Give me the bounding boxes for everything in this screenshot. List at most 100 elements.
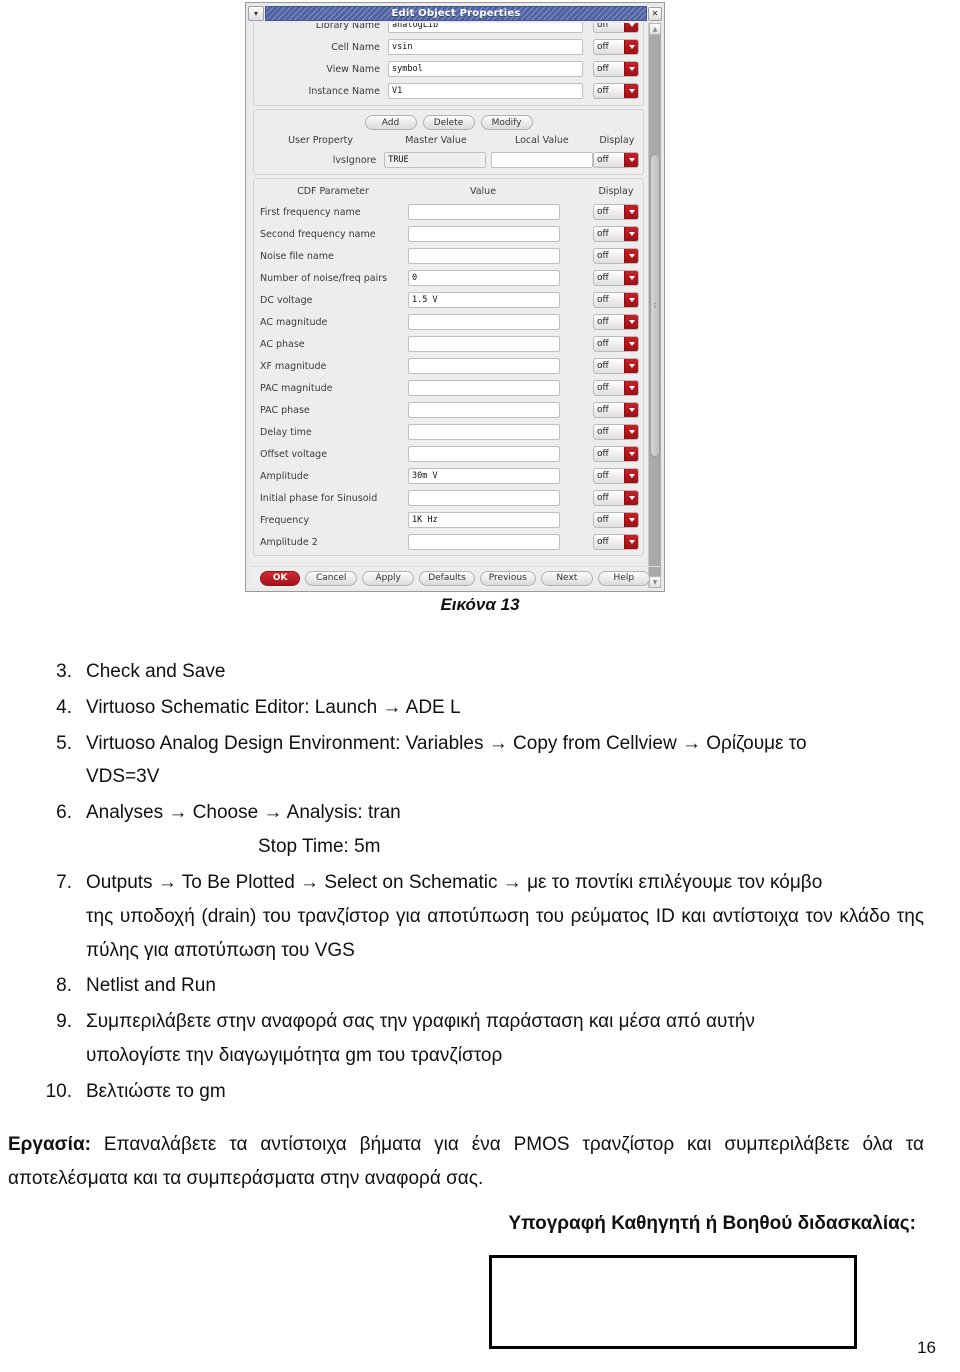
lvsignore-local-value[interactable] — [491, 152, 594, 168]
cdf-parameter-value-field[interactable] — [408, 248, 560, 264]
apply-button[interactable]: Apply — [362, 570, 415, 586]
dropdown-value: off — [597, 295, 609, 305]
cdf-display-dropdown[interactable]: off — [593, 512, 639, 528]
scroll-up-button[interactable]: ▲ — [649, 23, 661, 35]
cdf-display-dropdown[interactable]: off — [593, 226, 639, 242]
scrollbar-track[interactable] — [649, 35, 661, 576]
cdf-parameter-label: Initial phase for Sinusoid — [260, 492, 378, 504]
chevron-down-icon: ▾ — [253, 8, 258, 18]
cdf-display-dropdown[interactable]: off — [593, 204, 639, 220]
window-close-button[interactable]: ✕ — [648, 6, 662, 21]
cdf-display-dropdown[interactable]: off — [593, 534, 639, 550]
cdf-parameter-value-field[interactable] — [408, 314, 560, 330]
dropdown-arrow-icon — [624, 469, 638, 483]
dropdown-value: off — [597, 537, 609, 547]
dialog-vertical-scrollbar[interactable]: ▲ ▼ — [648, 23, 661, 588]
cdf-display-dropdown[interactable]: off — [593, 358, 639, 374]
cdf-parameter-label: Amplitude — [260, 470, 309, 482]
step-number: 7. — [56, 871, 72, 893]
display-header: Display — [599, 135, 635, 146]
cdf-display-dropdown[interactable]: off — [593, 248, 639, 264]
cell-name-display-dropdown[interactable]: off — [593, 39, 639, 55]
instruction-step: 7. Outputs → To Be Plotted → Select on Sc… — [36, 866, 924, 967]
dropdown-arrow-icon — [624, 315, 638, 329]
cdf-parameter-value-field[interactable] — [408, 358, 560, 374]
view-name-display-dropdown[interactable]: off — [593, 61, 639, 77]
cdf-parameter-value-field[interactable] — [408, 380, 560, 396]
delete-button[interactable]: Delete — [422, 115, 475, 130]
cdf-parameter-row: DC voltage 1.5 V off — [258, 289, 639, 311]
cdf-parameter-value-field[interactable]: 1.5 V — [408, 292, 560, 308]
instance-name-field[interactable]: V1 — [388, 83, 583, 99]
cdf-parameter-value-field[interactable]: 1K Hz — [408, 512, 560, 528]
cdf-parameter-value-field[interactable] — [408, 204, 560, 220]
step-text: Netlist and Run — [86, 975, 216, 997]
cdf-parameter-label: Number of noise/freq pairs — [260, 272, 388, 284]
dropdown-value: off — [597, 449, 609, 459]
instruction-step: 3. Check and Save — [36, 655, 924, 689]
figure-caption: Εικόνα 13 — [440, 595, 520, 614]
cell-name-label: Cell Name — [331, 41, 380, 53]
cdf-display-dropdown[interactable]: off — [593, 380, 639, 396]
cdf-display-dropdown[interactable]: off — [593, 446, 639, 462]
titlebar-hatch: Edit Object Properties — [265, 6, 647, 21]
dropdown-arrow-icon — [624, 447, 638, 461]
cdf-parameter-label: Delay time — [260, 426, 312, 438]
dropdown-value: off — [597, 361, 609, 371]
instruction-step: 5. Virtuoso Analog Design Environment: Va… — [36, 727, 924, 795]
dropdown-value: off — [597, 251, 609, 261]
cdf-display-dropdown[interactable]: off — [593, 336, 639, 352]
signature-box[interactable] — [489, 1255, 857, 1349]
instruction-steps: 3. Check and Save 4. Virtuoso Schematic Edi… — [36, 655, 924, 1111]
step-subtext: της υποδοχή (drain) του τρανζίστορ για α… — [86, 905, 924, 961]
defaults-button[interactable]: Defaults — [419, 570, 475, 586]
cdf-parameter-value-field[interactable]: 30m V — [408, 468, 560, 484]
scrollbar-thumb[interactable] — [650, 154, 660, 457]
help-button[interactable]: Help — [597, 570, 650, 586]
cancel-button[interactable]: Cancel — [305, 570, 358, 586]
dropdown-arrow-icon — [624, 359, 638, 373]
lvsignore-display-dropdown[interactable]: off — [593, 152, 640, 168]
cdf-display-dropdown[interactable]: off — [593, 292, 639, 308]
lvsignore-master-value: TRUE — [384, 152, 487, 168]
library-name-field[interactable]: analogLib — [388, 23, 583, 33]
next-button[interactable]: Next — [540, 570, 593, 586]
signature-label: Υπογραφή Καθηγητή ή Βοηθού διδασκαλίας: — [508, 1213, 916, 1234]
cdf-parameter-value-field[interactable]: 0 — [408, 270, 560, 286]
cdf-display-dropdown[interactable]: off — [593, 314, 639, 330]
ok-button[interactable]: OK — [260, 570, 301, 586]
cdf-value-header: Value — [469, 186, 497, 197]
dropdown-value: off — [597, 23, 609, 30]
local-value-header: Local Value — [514, 135, 569, 146]
dropdown-arrow-icon — [624, 84, 638, 98]
instance-name-display-dropdown[interactable]: off — [593, 83, 639, 99]
cdf-parameter-label: Frequency — [260, 514, 310, 526]
cell-name-field[interactable]: vsin — [388, 39, 583, 55]
cdf-display-dropdown[interactable]: off — [593, 490, 639, 506]
dropdown-value: off — [597, 273, 609, 283]
cdf-parameter-value-field[interactable] — [408, 446, 560, 462]
cdf-parameter-value-field[interactable] — [408, 490, 560, 506]
cdf-parameter-value-field[interactable] — [408, 336, 560, 352]
cdf-display-dropdown[interactable]: off — [593, 468, 639, 484]
cdf-parameter-label: AC magnitude — [260, 316, 328, 328]
cdf-parameter-value-field[interactable] — [408, 534, 560, 550]
cdf-parameter-value-field[interactable] — [408, 402, 560, 418]
cdf-display-dropdown[interactable]: off — [593, 270, 639, 286]
window-menu-button[interactable]: ▾ — [248, 6, 264, 21]
step-subtext: Stop Time: 5m — [258, 836, 381, 858]
modify-button[interactable]: Modify — [480, 115, 533, 130]
dialog-scroll-content: Library Name analogLib off Cell Name vsi… — [249, 23, 648, 588]
step-number: 5. — [56, 732, 72, 754]
instruction-step: 8. Netlist and Run — [36, 969, 924, 1003]
dropdown-arrow-icon — [624, 153, 639, 167]
add-button[interactable]: Add — [364, 115, 417, 130]
cdf-parameter-value-field[interactable] — [408, 226, 560, 242]
cdf-parameter-value-field[interactable] — [408, 424, 560, 440]
cdf-display-dropdown[interactable]: off — [593, 402, 639, 418]
view-name-field[interactable]: symbol — [388, 61, 583, 77]
previous-button[interactable]: Previous — [479, 570, 536, 586]
cdf-display-dropdown[interactable]: off — [593, 424, 639, 440]
library-name-display-dropdown[interactable]: off — [593, 23, 639, 33]
dropdown-arrow-icon — [624, 227, 638, 241]
